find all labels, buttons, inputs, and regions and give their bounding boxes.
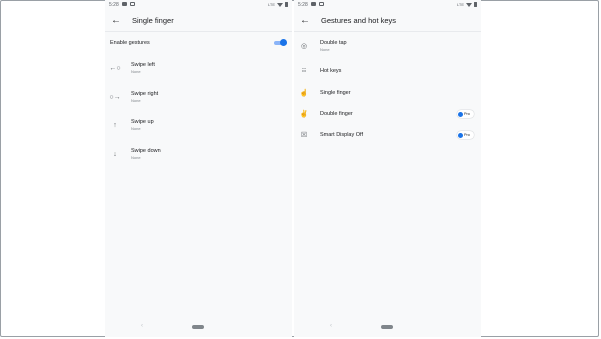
screenshot-icon (130, 2, 135, 6)
list-item-swipe-left[interactable]: ←○ Swipe left None (105, 56, 292, 80)
back-arrow-icon[interactable]: ← (298, 13, 312, 27)
item-text: Single finger (320, 90, 351, 96)
item-subtitle: None (320, 47, 330, 52)
screenshot-icon (319, 2, 324, 6)
navigation-bar: ‹ (105, 321, 292, 333)
list-item-hot-keys[interactable]: ☷ Hot keys (294, 59, 481, 83)
item-title: Double finger (320, 111, 353, 117)
home-pill[interactable] (192, 325, 204, 329)
list-item-double-tap[interactable]: ◎ Double tap None (294, 34, 481, 58)
status-right-icons: LTE (457, 2, 477, 7)
enable-gestures-toggle[interactable] (274, 39, 287, 46)
list-item-swipe-right[interactable]: ○→ Swipe right None (105, 85, 292, 109)
swipe-up-icon: ↑ (113, 121, 117, 129)
item-text: Swipe down None (131, 148, 161, 160)
status-time: 5:28 (109, 2, 119, 8)
pro-label: Pro (464, 133, 470, 137)
keyboard-icon: ☷ (301, 68, 307, 74)
item-text: Swipe up None (131, 119, 154, 131)
pro-badge: Pro (457, 110, 474, 118)
item-subtitle: None (131, 155, 141, 160)
item-subtitle: None (131, 126, 141, 131)
pro-icon (458, 132, 463, 138)
notification-icons (311, 2, 324, 6)
signal-icon (466, 2, 472, 7)
network-label: LTE (267, 2, 275, 7)
message-icon (122, 2, 127, 6)
item-text: Hot keys (320, 68, 341, 74)
signal-icon (277, 2, 283, 7)
double-tap-icon: ◎ (300, 43, 308, 50)
item-subtitle: None (131, 69, 141, 74)
single-finger-icon: ☝ (299, 90, 309, 97)
item-text: Smart Display Off (320, 132, 363, 138)
item-title: Smart Display Off (320, 132, 363, 138)
item-title: Single finger (320, 90, 351, 96)
display-off-icon: ☒ (300, 132, 308, 139)
back-arrow-icon[interactable]: ← (109, 13, 123, 27)
toggle-knob (280, 39, 287, 46)
enable-gestures-label: Enable gestures (110, 40, 150, 46)
app-bar: ← Single finger (105, 11, 292, 29)
item-text: Swipe right None (131, 91, 158, 103)
nav-back-icon[interactable]: ‹ (141, 323, 143, 329)
single-finger-screen: 5:28 LTE ← Single finger Enable gestures… (105, 0, 292, 337)
home-pill[interactable] (381, 325, 393, 329)
item-title: Swipe down (131, 148, 161, 154)
page-title: Gestures and hot keys (321, 15, 397, 25)
gestures-and-hot-keys-screen: 5:28 LTE ← Gestures and hot keys ◎ Doubl… (294, 0, 481, 337)
status-right-icons: LTE (268, 2, 288, 7)
pro-icon (458, 111, 463, 117)
list-item-swipe-down[interactable]: ↓ Swipe down None (105, 142, 292, 166)
status-time: 5:28 (298, 2, 308, 8)
status-bar: 5:28 LTE (294, 0, 481, 10)
swipe-down-icon: ↓ (113, 150, 117, 158)
item-subtitle: None (131, 98, 141, 103)
app-bar: ← Gestures and hot keys (294, 11, 481, 29)
double-finger-icon: ✌ (299, 111, 309, 118)
pro-badge: Pro (457, 131, 474, 139)
divider (105, 31, 292, 32)
item-title: Swipe right (131, 91, 159, 97)
battery-icon (285, 2, 288, 7)
battery-icon (474, 2, 477, 7)
navigation-bar: ‹ (294, 321, 481, 333)
swipe-right-icon: ○→ (109, 93, 121, 101)
nav-back-icon[interactable]: ‹ (330, 323, 332, 329)
swipe-left-icon: ←○ (109, 64, 121, 72)
divider (294, 31, 481, 32)
list-item-swipe-up[interactable]: ↑ Swipe up None (105, 113, 292, 137)
item-title: Swipe left (131, 62, 155, 68)
item-text: Swipe left None (131, 62, 155, 74)
list-item-smart-display-off[interactable]: ☒ Smart Display Off Pro (294, 123, 481, 147)
item-text: Double finger (320, 111, 353, 117)
notification-icons (122, 2, 135, 6)
enable-gestures-row[interactable]: Enable gestures (105, 34, 292, 52)
status-bar: 5:28 LTE (105, 0, 292, 10)
item-title: Double tap (320, 40, 347, 46)
item-title: Hot keys (320, 68, 342, 74)
item-text: Double tap None (320, 40, 347, 52)
item-title: Swipe up (131, 119, 154, 125)
page-title: Single finger (132, 15, 174, 25)
pro-label: Pro (464, 112, 470, 116)
network-label: LTE (456, 2, 464, 7)
message-icon (311, 2, 316, 6)
